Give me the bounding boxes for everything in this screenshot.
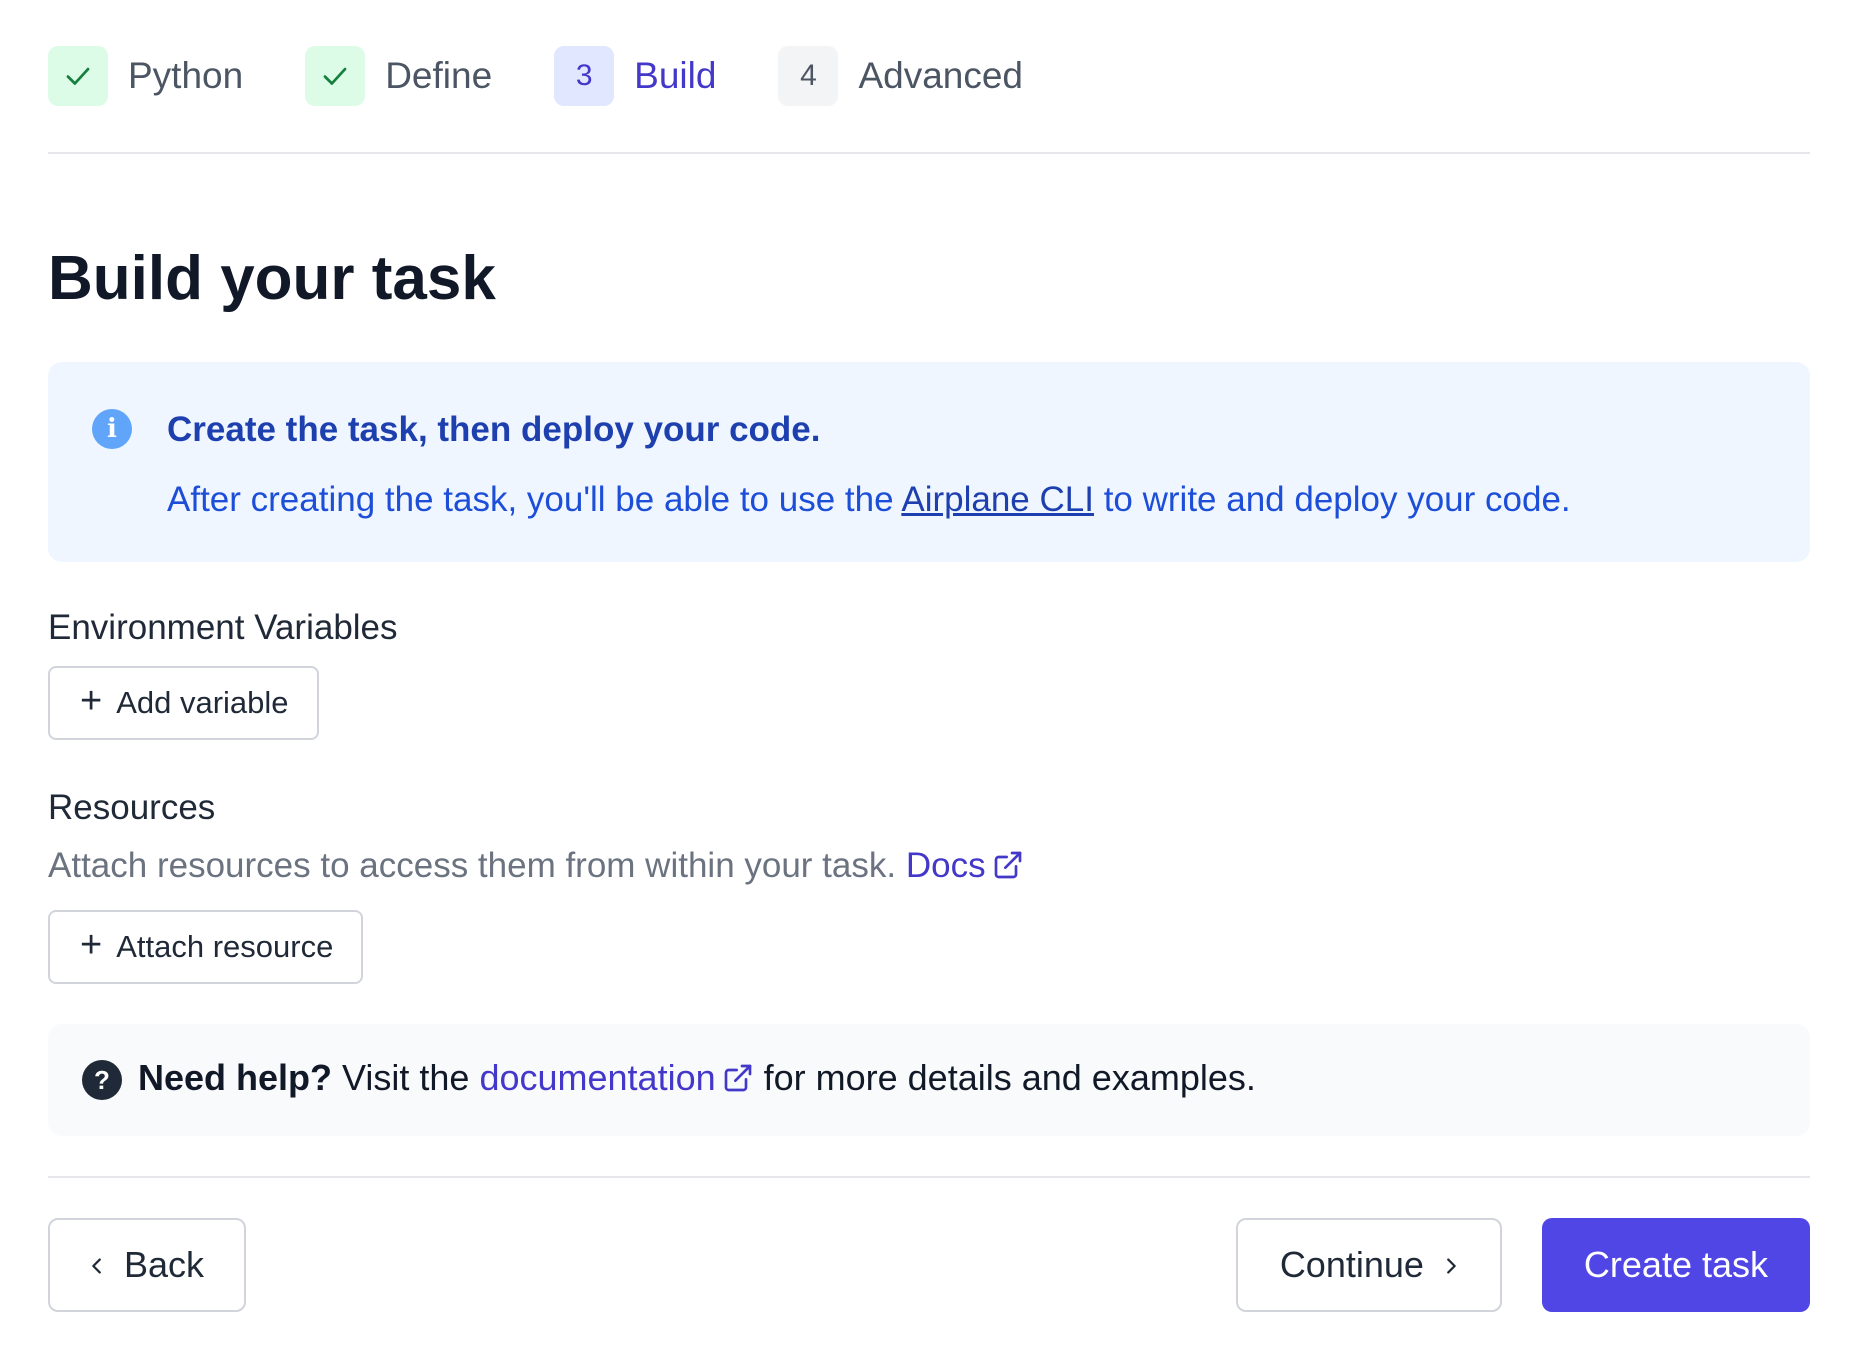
resources-heading: Resources [48, 788, 216, 827]
question-icon: ? [82, 1060, 122, 1100]
docs-link[interactable]: Docs [906, 846, 1024, 885]
docs-link-label: Docs [905, 846, 986, 885]
step-advanced[interactable]: 4 Advanced [778, 46, 1023, 106]
step-label: Build [634, 55, 717, 96]
chevron-right-icon [1440, 1244, 1462, 1286]
step-build[interactable]: 3 Build [554, 46, 716, 106]
footer: Back Continue Create task [48, 1176, 1810, 1312]
external-link-icon [722, 1061, 754, 1103]
callout-text-after: to write and deploy your code. [1093, 480, 1571, 519]
plus-icon: + [80, 924, 103, 966]
callout-text: After creating the task, you'll be able … [167, 476, 1571, 524]
callout-text-before: After creating the task, you'll be able … [167, 480, 902, 519]
resources-desc: Attach resources to access them from wit… [48, 842, 1810, 894]
documentation-link[interactable]: documentation [479, 1057, 753, 1098]
continue-button[interactable]: Continue [1235, 1218, 1502, 1312]
help-box: ? Need help? Visit the documentation for… [48, 1024, 1810, 1136]
step-define[interactable]: Define [305, 46, 492, 106]
stepper: Python Define 3 Build 4 Advanced [48, 0, 1810, 154]
documentation-link-label: documentation [479, 1057, 716, 1098]
step-number: 4 [778, 46, 839, 106]
page-title: Build your task [48, 244, 496, 313]
step-number: 3 [554, 46, 615, 106]
step-label: Define [385, 55, 493, 96]
create-task-label: Create task [1583, 1244, 1768, 1285]
step-label: Advanced [858, 55, 1024, 96]
callout-body: Create the task, then deploy your code. … [167, 406, 1571, 562]
info-callout: i Create the task, then deploy your code… [48, 362, 1810, 562]
attach-resource-button[interactable]: + Attach resource [48, 910, 364, 984]
add-variable-label: Add variable [116, 685, 289, 720]
env-variables-section: Environment Variables + Add variable [48, 606, 1810, 740]
help-text-after: for more details and examples. [753, 1057, 1256, 1098]
resources-desc-text: Attach resources to access them from wit… [48, 846, 906, 885]
external-link-icon [992, 846, 1024, 894]
back-label: Back [124, 1244, 205, 1285]
resources-section: Resources Attach resources to access the… [48, 786, 1810, 984]
help-text-before: Visit the [332, 1057, 480, 1098]
page: Python Define 3 Build 4 Advanced Build y… [0, 0, 1858, 1358]
step-label: Python [128, 55, 244, 96]
callout-title: Create the task, then deploy your code. [167, 410, 821, 449]
help-strong: Need help? [138, 1057, 333, 1098]
add-variable-button[interactable]: + Add variable [48, 666, 319, 740]
attach-resource-label: Attach resource [116, 929, 334, 964]
continue-label: Continue [1279, 1244, 1424, 1285]
airplane-cli-link[interactable]: Airplane CLI [901, 480, 1094, 519]
plus-icon: + [80, 680, 103, 722]
back-button[interactable]: Back [48, 1218, 247, 1312]
check-icon [305, 46, 366, 106]
info-icon: i [92, 409, 132, 449]
step-python[interactable]: Python [48, 46, 243, 106]
create-task-button[interactable]: Create task [1541, 1218, 1810, 1312]
chevron-left-icon [86, 1244, 108, 1286]
check-icon [48, 46, 108, 106]
env-variables-heading: Environment Variables [48, 608, 398, 647]
help-text: Need help? Visit the documentation for m… [138, 1057, 1256, 1103]
